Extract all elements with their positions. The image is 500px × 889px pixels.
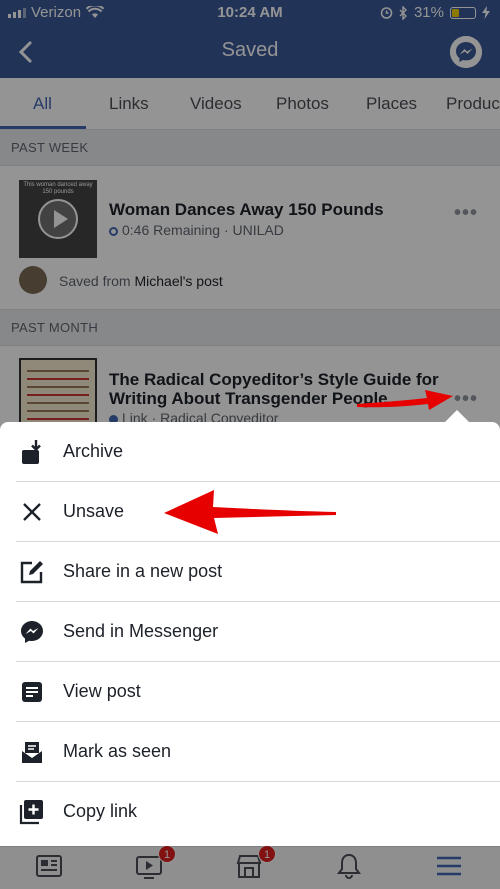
close-icon (23, 503, 41, 521)
action-label: Send in Messenger (63, 621, 219, 641)
action-label: Archive (63, 441, 124, 461)
send-in-messenger-action[interactable]: Send in Messenger (0, 602, 500, 662)
annotation-arrow-icon (357, 390, 453, 410)
annotation-arrow-icon (164, 490, 336, 534)
action-label: Unsave (63, 501, 125, 521)
inbox-icon (22, 742, 42, 763)
action-label: View post (63, 681, 141, 701)
copy-link-action[interactable]: Copy link (0, 782, 500, 842)
archive-icon (22, 440, 41, 464)
mark-as-seen-action[interactable]: Mark as seen (0, 722, 500, 782)
share-action[interactable]: Share in a new post (0, 542, 500, 602)
archive-action[interactable]: Archive (0, 422, 500, 482)
action-label: Copy link (63, 801, 138, 821)
action-sheet: Archive Unsave Share in a new post Send … (0, 422, 500, 846)
action-label: Mark as seen (63, 741, 172, 761)
messenger-icon (21, 621, 43, 643)
post-icon (22, 682, 42, 702)
action-label: Share in a new post (63, 561, 223, 581)
copy-link-icon (19, 800, 43, 825)
compose-icon (20, 561, 43, 584)
view-post-action[interactable]: View post (0, 662, 500, 722)
